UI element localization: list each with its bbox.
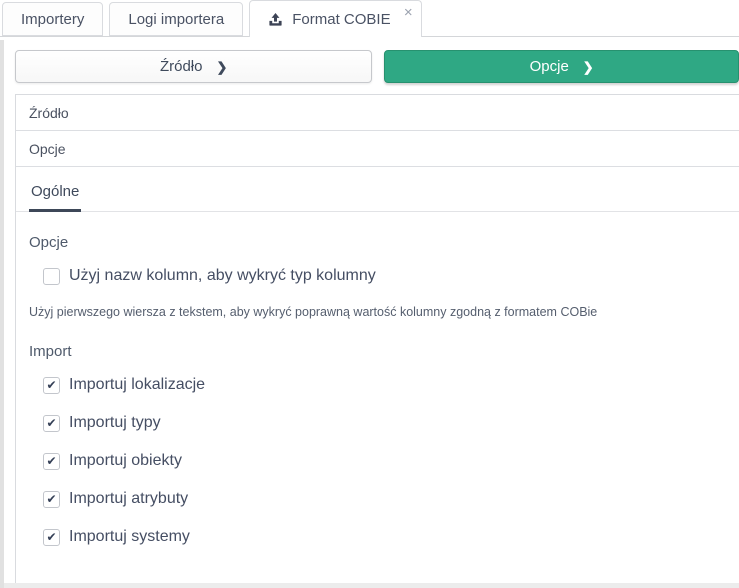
checkbox-row-importuj-typy[interactable]: ✔ Importuj typy bbox=[43, 414, 739, 432]
importer-config-panel: Źródło Opcje Ogólne Opcje Użyj nazw kolu… bbox=[15, 94, 739, 584]
group-heading-opcje: Opcje bbox=[29, 234, 739, 251]
checkbox-importuj-systemy[interactable]: ✔ bbox=[43, 529, 60, 546]
options-tab-strip: Ogólne bbox=[16, 181, 739, 212]
tab-format-cobie[interactable]: Format COBIE × bbox=[249, 0, 421, 37]
group-heading-import: Import bbox=[29, 343, 739, 360]
checkbox-row-importuj-atrybuty[interactable]: ✔ Importuj atrybuty bbox=[43, 490, 739, 508]
options-form: Opcje Użyj nazw kolumn, aby wykryć typ k… bbox=[16, 212, 739, 546]
checkbox-row-uzyj-nazw-kolumn[interactable]: Użyj nazw kolumn, aby wykryć typ kolumny bbox=[43, 267, 739, 285]
tab-importery-label: Importery bbox=[21, 11, 84, 28]
checkbox-label[interactable]: Importuj lokalizacje bbox=[69, 376, 205, 394]
help-text: Użyj pierwszego wiersza z tekstem, aby w… bbox=[29, 305, 739, 319]
step-options-button[interactable]: Opcje ❯ bbox=[384, 50, 739, 83]
checkbox-importuj-lokalizacje[interactable]: ✔ bbox=[43, 377, 60, 394]
checkbox-row-importuj-systemy[interactable]: ✔ Importuj systemy bbox=[43, 528, 739, 546]
tab-bar: Importery Logi importera Format COBIE × bbox=[0, 0, 739, 37]
accordion-header-opcje[interactable]: Opcje bbox=[16, 131, 739, 167]
checkbox-importuj-atrybuty[interactable]: ✔ bbox=[43, 491, 60, 508]
upload-icon bbox=[268, 12, 283, 27]
tab-importery[interactable]: Importery bbox=[2, 2, 103, 36]
chevron-right-icon: ❯ bbox=[583, 59, 594, 75]
accordion-header-opcje-label: Opcje bbox=[29, 141, 66, 157]
tab-logi-importera-label: Logi importera bbox=[128, 11, 224, 28]
step-source-label: Źródło bbox=[160, 58, 203, 75]
checkbox-importuj-obiekty[interactable]: ✔ bbox=[43, 453, 60, 470]
checkbox-label[interactable]: Importuj atrybuty bbox=[69, 490, 188, 508]
close-icon[interactable]: × bbox=[404, 6, 413, 20]
checkbox-label[interactable]: Użyj nazw kolumn, aby wykryć typ kolumny bbox=[69, 267, 376, 285]
wizard-steps: Źródło ❯ Opcje ❯ bbox=[15, 50, 739, 83]
bottom-edge-strip bbox=[4, 583, 739, 588]
tab-logi-importera[interactable]: Logi importera bbox=[109, 2, 243, 36]
chevron-right-icon: ❯ bbox=[216, 59, 227, 75]
checkbox-label[interactable]: Importuj obiekty bbox=[69, 452, 182, 470]
checkbox-label[interactable]: Importuj typy bbox=[69, 414, 161, 432]
checkbox-uzyj-nazw-kolumn[interactable] bbox=[43, 268, 60, 285]
left-edge-strip bbox=[0, 40, 4, 588]
step-options-label: Opcje bbox=[530, 58, 569, 75]
checkbox-label[interactable]: Importuj systemy bbox=[69, 528, 190, 546]
step-source-button[interactable]: Źródło ❯ bbox=[15, 50, 372, 83]
tab-ogolne[interactable]: Ogólne bbox=[29, 181, 81, 212]
checkbox-row-importuj-lokalizacje[interactable]: ✔ Importuj lokalizacje bbox=[43, 376, 739, 394]
accordion-header-zrodlo-label: Źródło bbox=[29, 105, 69, 121]
checkbox-row-importuj-obiekty[interactable]: ✔ Importuj obiekty bbox=[43, 452, 739, 470]
checkbox-importuj-typy[interactable]: ✔ bbox=[43, 415, 60, 432]
tab-format-cobie-label: Format COBIE bbox=[292, 11, 390, 28]
accordion-header-zrodlo[interactable]: Źródło bbox=[16, 95, 739, 131]
